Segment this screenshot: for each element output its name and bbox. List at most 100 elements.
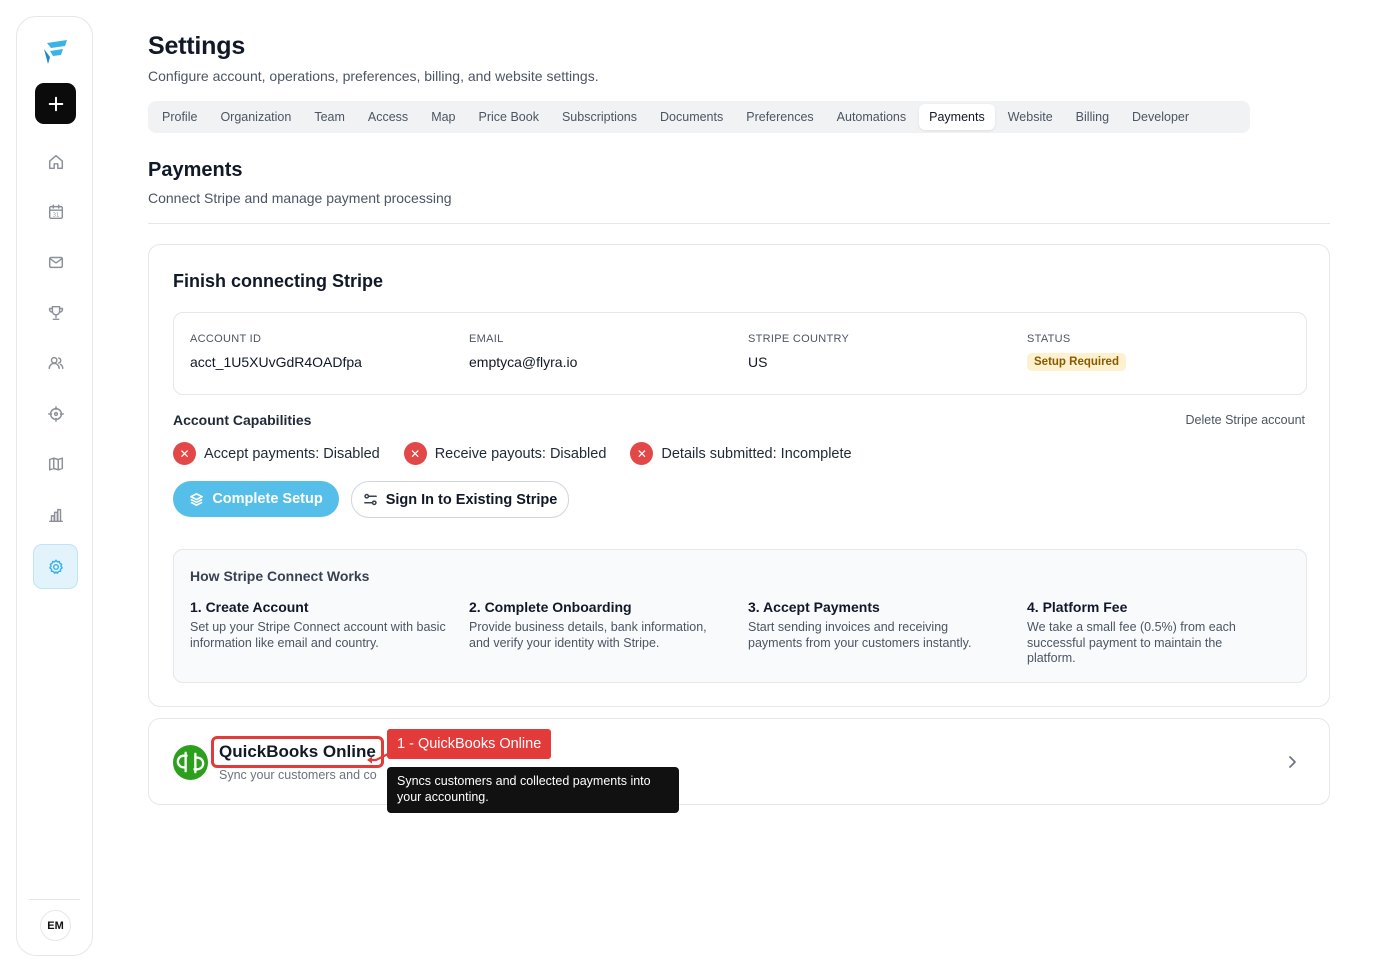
stripe-country-label: STRIPE COUNTRY: [748, 333, 850, 345]
crosshair-icon: [47, 405, 64, 422]
quickbooks-logo-icon: [173, 745, 208, 780]
home-icon: [48, 154, 63, 169]
users-icon: [48, 356, 63, 369]
x-circle-icon: ✕: [630, 442, 654, 465]
tab-preferences[interactable]: Preferences: [736, 104, 823, 130]
sidebar-divider: [29, 899, 80, 900]
section-subtitle: Connect Stripe and manage payment proces…: [148, 190, 452, 206]
sign-in-label: Sign In to Existing Stripe: [385, 491, 558, 508]
how-step-desc: Set up your Stripe Connect account with …: [190, 620, 446, 650]
stripe-country-field: STRIPE COUNTRY US: [748, 333, 849, 370]
quickbooks-name: QuickBooks Online: [219, 742, 376, 761]
email-value: emptyca@flyra.io: [469, 354, 578, 370]
tab-profile[interactable]: Profile: [152, 104, 207, 130]
nav-home[interactable]: [35, 141, 76, 182]
status-field: STATUS Setup Required: [1027, 333, 1126, 371]
quickbooks-card[interactable]: Sync your customers and co QuickBooks On…: [148, 718, 1330, 805]
layers-icon: [190, 492, 204, 506]
app-logo[interactable]: [41, 37, 71, 67]
stripe-country-value: US: [748, 354, 768, 370]
page-subtitle: Configure account, operations, preferenc…: [148, 68, 599, 84]
account-id-field: ACCOUNT ID acct_1U5XUvGdR4OADfpa: [190, 333, 362, 370]
sign-in-existing-stripe-button[interactable]: Sign In to Existing Stripe: [351, 481, 569, 518]
tab-access[interactable]: Access: [358, 104, 418, 130]
plus-icon: [48, 96, 63, 111]
x-circle-icon: ✕: [403, 442, 427, 465]
capability-details-submitted: ✕ Details submitted: Incomplete: [630, 442, 852, 465]
how-step-desc: Provide business details, bank informati…: [469, 620, 707, 650]
annotation-label: 1 - QuickBooks Online: [387, 729, 552, 759]
tab-organization[interactable]: Organization: [210, 104, 301, 130]
nav-trophy[interactable]: [35, 292, 76, 333]
x-circle-icon: ✕: [173, 442, 196, 465]
stripe-card: Finish connecting Stripe ACCOUNT ID acct…: [148, 244, 1330, 707]
mail-icon: [48, 256, 63, 268]
section-divider: [148, 223, 1330, 224]
sliders-icon: [363, 493, 377, 506]
account-id-value: acct_1U5XUvGdR4OADfpa: [190, 354, 362, 370]
add-button[interactable]: [35, 83, 76, 124]
how-step: 2. Complete Onboarding Provide business …: [469, 599, 727, 651]
tab-map[interactable]: Map: [421, 104, 465, 130]
delete-stripe-account-link[interactable]: Delete Stripe account: [1185, 413, 1305, 427]
svg-text:31: 31: [52, 212, 59, 218]
capability-receive-payouts: ✕ Receive payouts: Disabled: [403, 442, 607, 465]
nav-settings[interactable]: [33, 544, 78, 589]
tab-price-book[interactable]: Price Book: [469, 104, 549, 130]
how-title: How Stripe Connect Works: [190, 568, 370, 584]
how-step: 3. Accept Payments Start sending invoice…: [748, 599, 998, 651]
tooltip: Syncs customers and collected payments i…: [387, 767, 679, 813]
tab-billing[interactable]: Billing: [1066, 104, 1119, 130]
nav-mail[interactable]: [35, 241, 76, 282]
complete-setup-button[interactable]: Complete Setup: [173, 481, 339, 517]
status-label: STATUS: [1027, 333, 1071, 345]
how-step-desc: We take a small fee (0.5%) from each suc…: [1027, 620, 1236, 665]
tab-payments[interactable]: Payments: [919, 104, 995, 130]
tab-website[interactable]: Website: [998, 104, 1063, 130]
nav-calendar[interactable]: 31: [35, 191, 76, 232]
status-badge: Setup Required: [1027, 353, 1126, 371]
account-id-label: ACCOUNT ID: [190, 333, 262, 345]
trophy-icon: [48, 305, 63, 320]
how-step: 4. Platform Fee We take a small fee (0.5…: [1027, 599, 1267, 667]
account-details: ACCOUNT ID acct_1U5XUvGdR4OADfpa EMAIL e…: [173, 312, 1307, 395]
nav-reports[interactable]: [35, 494, 76, 535]
tab-automations[interactable]: Automations: [827, 104, 916, 130]
section-title: Payments: [148, 159, 243, 181]
tab-documents[interactable]: Documents: [650, 104, 733, 130]
nav-users[interactable]: [35, 342, 76, 383]
calendar-icon: 31: [48, 204, 63, 219]
chevron-right-icon[interactable]: [1285, 754, 1299, 770]
how-stripe-connect-works: How Stripe Connect Works 1. Create Accou…: [173, 549, 1307, 683]
capabilities-list: ✕ Accept payments: Disabled ✕ Receive pa…: [173, 442, 876, 465]
quickbooks-description: Sync your customers and co: [219, 768, 377, 782]
how-step-title: 4. Platform Fee: [1027, 599, 1128, 615]
how-step-title: 2. Complete Onboarding: [469, 599, 632, 615]
capability-text: Accept payments: Disabled: [204, 445, 380, 462]
sidebar: 31 EM: [16, 16, 93, 956]
how-step: 1. Create Account Set up your Stripe Con…: [190, 599, 448, 651]
page-title: Settings: [148, 32, 246, 60]
tab-subscriptions[interactable]: Subscriptions: [552, 104, 647, 130]
nav-crosshair[interactable]: [35, 393, 76, 434]
tab-team[interactable]: Team: [304, 104, 355, 130]
quickbooks-name-highlight: QuickBooks Online: [211, 736, 384, 768]
nav-map[interactable]: [35, 443, 76, 484]
how-step-title: 3. Accept Payments: [748, 599, 880, 615]
settings-tabs: Profile Organization Team Access Map Pri…: [148, 101, 1250, 133]
how-step-title: 1. Create Account: [190, 599, 309, 615]
avatar[interactable]: EM: [40, 910, 71, 941]
bar-chart-icon: [48, 508, 63, 522]
how-step-desc: Start sending invoices and receiving pay…: [748, 620, 972, 650]
complete-setup-label: Complete Setup: [212, 491, 323, 507]
capability-text: Details submitted: Incomplete: [661, 445, 852, 462]
capability-accept-payments: ✕ Accept payments: Disabled: [173, 442, 380, 465]
map-icon: [48, 456, 63, 471]
email-label: EMAIL: [469, 333, 504, 345]
stripe-card-title: Finish connecting Stripe: [173, 271, 384, 291]
capabilities-title: Account Capabilities: [173, 412, 312, 428]
gear-icon: [48, 559, 63, 574]
capability-text: Receive payouts: Disabled: [434, 445, 607, 462]
email-field: EMAIL emptyca@flyra.io: [469, 333, 577, 370]
tab-developer[interactable]: Developer: [1122, 104, 1199, 130]
